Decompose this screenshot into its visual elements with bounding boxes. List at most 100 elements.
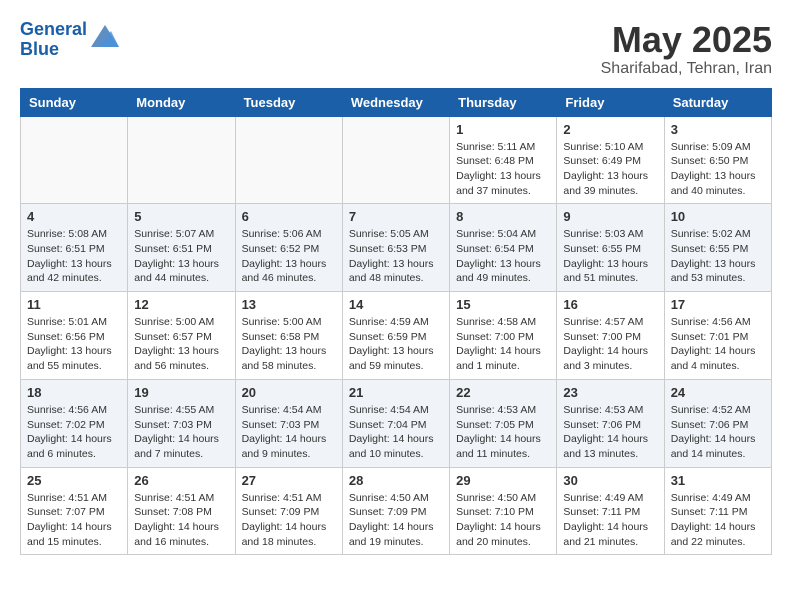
day-number: 20: [242, 385, 336, 400]
calendar-cell: [21, 116, 128, 204]
day-number: 9: [563, 209, 657, 224]
calendar-cell: 7 Sunrise: 5:05 AM Sunset: 6:53 PM Daylig…: [342, 204, 449, 292]
day-number: 7: [349, 209, 443, 224]
page-header: GeneralBlue May 2025 Sharifabad, Tehran,…: [20, 20, 772, 78]
calendar-cell: 10 Sunrise: 5:02 AM Sunset: 6:55 PM Dayli…: [664, 204, 771, 292]
day-number: 17: [671, 297, 765, 312]
calendar-cell: 5 Sunrise: 5:07 AM Sunset: 6:51 PM Daylig…: [128, 204, 235, 292]
calendar-cell: 19 Sunrise: 4:55 AM Sunset: 7:03 PM Dayli…: [128, 379, 235, 467]
day-number: 26: [134, 473, 228, 488]
calendar-cell: [235, 116, 342, 204]
day-number: 23: [563, 385, 657, 400]
day-number: 12: [134, 297, 228, 312]
day-number: 5: [134, 209, 228, 224]
day-info: Sunrise: 5:11 AM Sunset: 6:48 PM Dayligh…: [456, 140, 550, 199]
day-info: Sunrise: 4:55 AM Sunset: 7:03 PM Dayligh…: [134, 403, 228, 462]
day-number: 14: [349, 297, 443, 312]
day-number: 6: [242, 209, 336, 224]
day-number: 11: [27, 297, 121, 312]
calendar-cell: 20 Sunrise: 4:54 AM Sunset: 7:03 PM Dayli…: [235, 379, 342, 467]
calendar-cell: 25 Sunrise: 4:51 AM Sunset: 7:07 PM Dayli…: [21, 467, 128, 555]
day-number: 21: [349, 385, 443, 400]
calendar-cell: 12 Sunrise: 5:00 AM Sunset: 6:57 PM Dayli…: [128, 292, 235, 380]
calendar-cell: 26 Sunrise: 4:51 AM Sunset: 7:08 PM Dayli…: [128, 467, 235, 555]
calendar-cell: 2Sunrise: 5:10 AM Sunset: 6:49 PM Daylig…: [557, 116, 664, 204]
calendar-week-row: 4 Sunrise: 5:08 AM Sunset: 6:51 PM Daylig…: [21, 204, 772, 292]
calendar-week-row: 11 Sunrise: 5:01 AM Sunset: 6:56 PM Dayli…: [21, 292, 772, 380]
calendar-cell: 28 Sunrise: 4:50 AM Sunset: 7:09 PM Dayli…: [342, 467, 449, 555]
weekday-header-thursday: Thursday: [450, 88, 557, 116]
day-info: Sunrise: 5:08 AM Sunset: 6:51 PM Dayligh…: [27, 227, 121, 286]
calendar-cell: 15 Sunrise: 4:58 AM Sunset: 7:00 PM Dayli…: [450, 292, 557, 380]
day-info: Sunrise: 5:02 AM Sunset: 6:55 PM Dayligh…: [671, 227, 765, 286]
day-number: 31: [671, 473, 765, 488]
calendar-cell: [128, 116, 235, 204]
day-info: Sunrise: 5:00 AM Sunset: 6:57 PM Dayligh…: [134, 315, 228, 374]
calendar-cell: [342, 116, 449, 204]
calendar-cell: 18 Sunrise: 4:56 AM Sunset: 7:02 PM Dayli…: [21, 379, 128, 467]
day-info: Sunrise: 5:06 AM Sunset: 6:52 PM Dayligh…: [242, 227, 336, 286]
day-number: 1: [456, 122, 550, 137]
calendar-cell: 21 Sunrise: 4:54 AM Sunset: 7:04 PM Dayli…: [342, 379, 449, 467]
day-info: Sunrise: 4:49 AM Sunset: 7:11 PM Dayligh…: [563, 491, 657, 550]
day-info: Sunrise: 4:53 AM Sunset: 7:06 PM Dayligh…: [563, 403, 657, 462]
day-info: Sunrise: 4:51 AM Sunset: 7:08 PM Dayligh…: [134, 491, 228, 550]
calendar-cell: 30 Sunrise: 4:49 AM Sunset: 7:11 PM Dayli…: [557, 467, 664, 555]
weekday-header-friday: Friday: [557, 88, 664, 116]
calendar-cell: 31 Sunrise: 4:49 AM Sunset: 7:11 PM Dayli…: [664, 467, 771, 555]
calendar-cell: 9Sunrise: 5:03 AM Sunset: 6:55 PM Daylig…: [557, 204, 664, 292]
logo-icon: [91, 25, 119, 47]
day-info: Sunrise: 4:57 AM Sunset: 7:00 PM Dayligh…: [563, 315, 657, 374]
day-number: 13: [242, 297, 336, 312]
day-info: Sunrise: 4:54 AM Sunset: 7:03 PM Dayligh…: [242, 403, 336, 462]
calendar-cell: 6 Sunrise: 5:06 AM Sunset: 6:52 PM Daylig…: [235, 204, 342, 292]
calendar-cell: 11 Sunrise: 5:01 AM Sunset: 6:56 PM Dayli…: [21, 292, 128, 380]
calendar-cell: 14 Sunrise: 4:59 AM Sunset: 6:59 PM Dayli…: [342, 292, 449, 380]
calendar-cell: 8 Sunrise: 5:04 AM Sunset: 6:54 PM Daylig…: [450, 204, 557, 292]
calendar-week-row: 1 Sunrise: 5:11 AM Sunset: 6:48 PM Daylig…: [21, 116, 772, 204]
day-info: Sunrise: 4:49 AM Sunset: 7:11 PM Dayligh…: [671, 491, 765, 550]
day-number: 25: [27, 473, 121, 488]
day-info: Sunrise: 4:53 AM Sunset: 7:05 PM Dayligh…: [456, 403, 550, 462]
day-info: Sunrise: 4:59 AM Sunset: 6:59 PM Dayligh…: [349, 315, 443, 374]
weekday-header-sunday: Sunday: [21, 88, 128, 116]
calendar-cell: 24 Sunrise: 4:52 AM Sunset: 7:06 PM Dayli…: [664, 379, 771, 467]
day-number: 8: [456, 209, 550, 224]
day-number: 4: [27, 209, 121, 224]
calendar-table: SundayMondayTuesdayWednesdayThursdayFrid…: [20, 88, 772, 556]
day-info: Sunrise: 4:56 AM Sunset: 7:01 PM Dayligh…: [671, 315, 765, 374]
day-number: 19: [134, 385, 228, 400]
logo: GeneralBlue: [20, 20, 119, 60]
day-info: Sunrise: 4:52 AM Sunset: 7:06 PM Dayligh…: [671, 403, 765, 462]
calendar-cell: 27Sunrise: 4:51 AM Sunset: 7:09 PM Dayli…: [235, 467, 342, 555]
day-number: 28: [349, 473, 443, 488]
day-info: Sunrise: 4:50 AM Sunset: 7:09 PM Dayligh…: [349, 491, 443, 550]
day-number: 29: [456, 473, 550, 488]
calendar-cell: 29 Sunrise: 4:50 AM Sunset: 7:10 PM Dayli…: [450, 467, 557, 555]
logo-text: GeneralBlue: [20, 20, 87, 60]
day-info: Sunrise: 5:05 AM Sunset: 6:53 PM Dayligh…: [349, 227, 443, 286]
day-info: Sunrise: 5:01 AM Sunset: 6:56 PM Dayligh…: [27, 315, 121, 374]
day-info: Sunrise: 5:07 AM Sunset: 6:51 PM Dayligh…: [134, 227, 228, 286]
day-number: 16: [563, 297, 657, 312]
day-info: Sunrise: 5:09 AM Sunset: 6:50 PM Dayligh…: [671, 140, 765, 199]
day-info: Sunrise: 4:51 AM Sunset: 7:07 PM Dayligh…: [27, 491, 121, 550]
day-number: 18: [27, 385, 121, 400]
calendar-cell: 3Sunrise: 5:09 AM Sunset: 6:50 PM Daylig…: [664, 116, 771, 204]
calendar-cell: 1 Sunrise: 5:11 AM Sunset: 6:48 PM Daylig…: [450, 116, 557, 204]
calendar-week-row: 25 Sunrise: 4:51 AM Sunset: 7:07 PM Dayli…: [21, 467, 772, 555]
weekday-header-monday: Monday: [128, 88, 235, 116]
weekday-header-row: SundayMondayTuesdayWednesdayThursdayFrid…: [21, 88, 772, 116]
day-info: Sunrise: 4:58 AM Sunset: 7:00 PM Dayligh…: [456, 315, 550, 374]
day-info: Sunrise: 4:56 AM Sunset: 7:02 PM Dayligh…: [27, 403, 121, 462]
day-number: 15: [456, 297, 550, 312]
calendar-week-row: 18 Sunrise: 4:56 AM Sunset: 7:02 PM Dayli…: [21, 379, 772, 467]
day-number: 10: [671, 209, 765, 224]
day-info: Sunrise: 5:04 AM Sunset: 6:54 PM Dayligh…: [456, 227, 550, 286]
day-info: Sunrise: 4:50 AM Sunset: 7:10 PM Dayligh…: [456, 491, 550, 550]
calendar-cell: 23 Sunrise: 4:53 AM Sunset: 7:06 PM Dayli…: [557, 379, 664, 467]
weekday-header-saturday: Saturday: [664, 88, 771, 116]
day-number: 24: [671, 385, 765, 400]
day-number: 30: [563, 473, 657, 488]
day-info: Sunrise: 4:54 AM Sunset: 7:04 PM Dayligh…: [349, 403, 443, 462]
